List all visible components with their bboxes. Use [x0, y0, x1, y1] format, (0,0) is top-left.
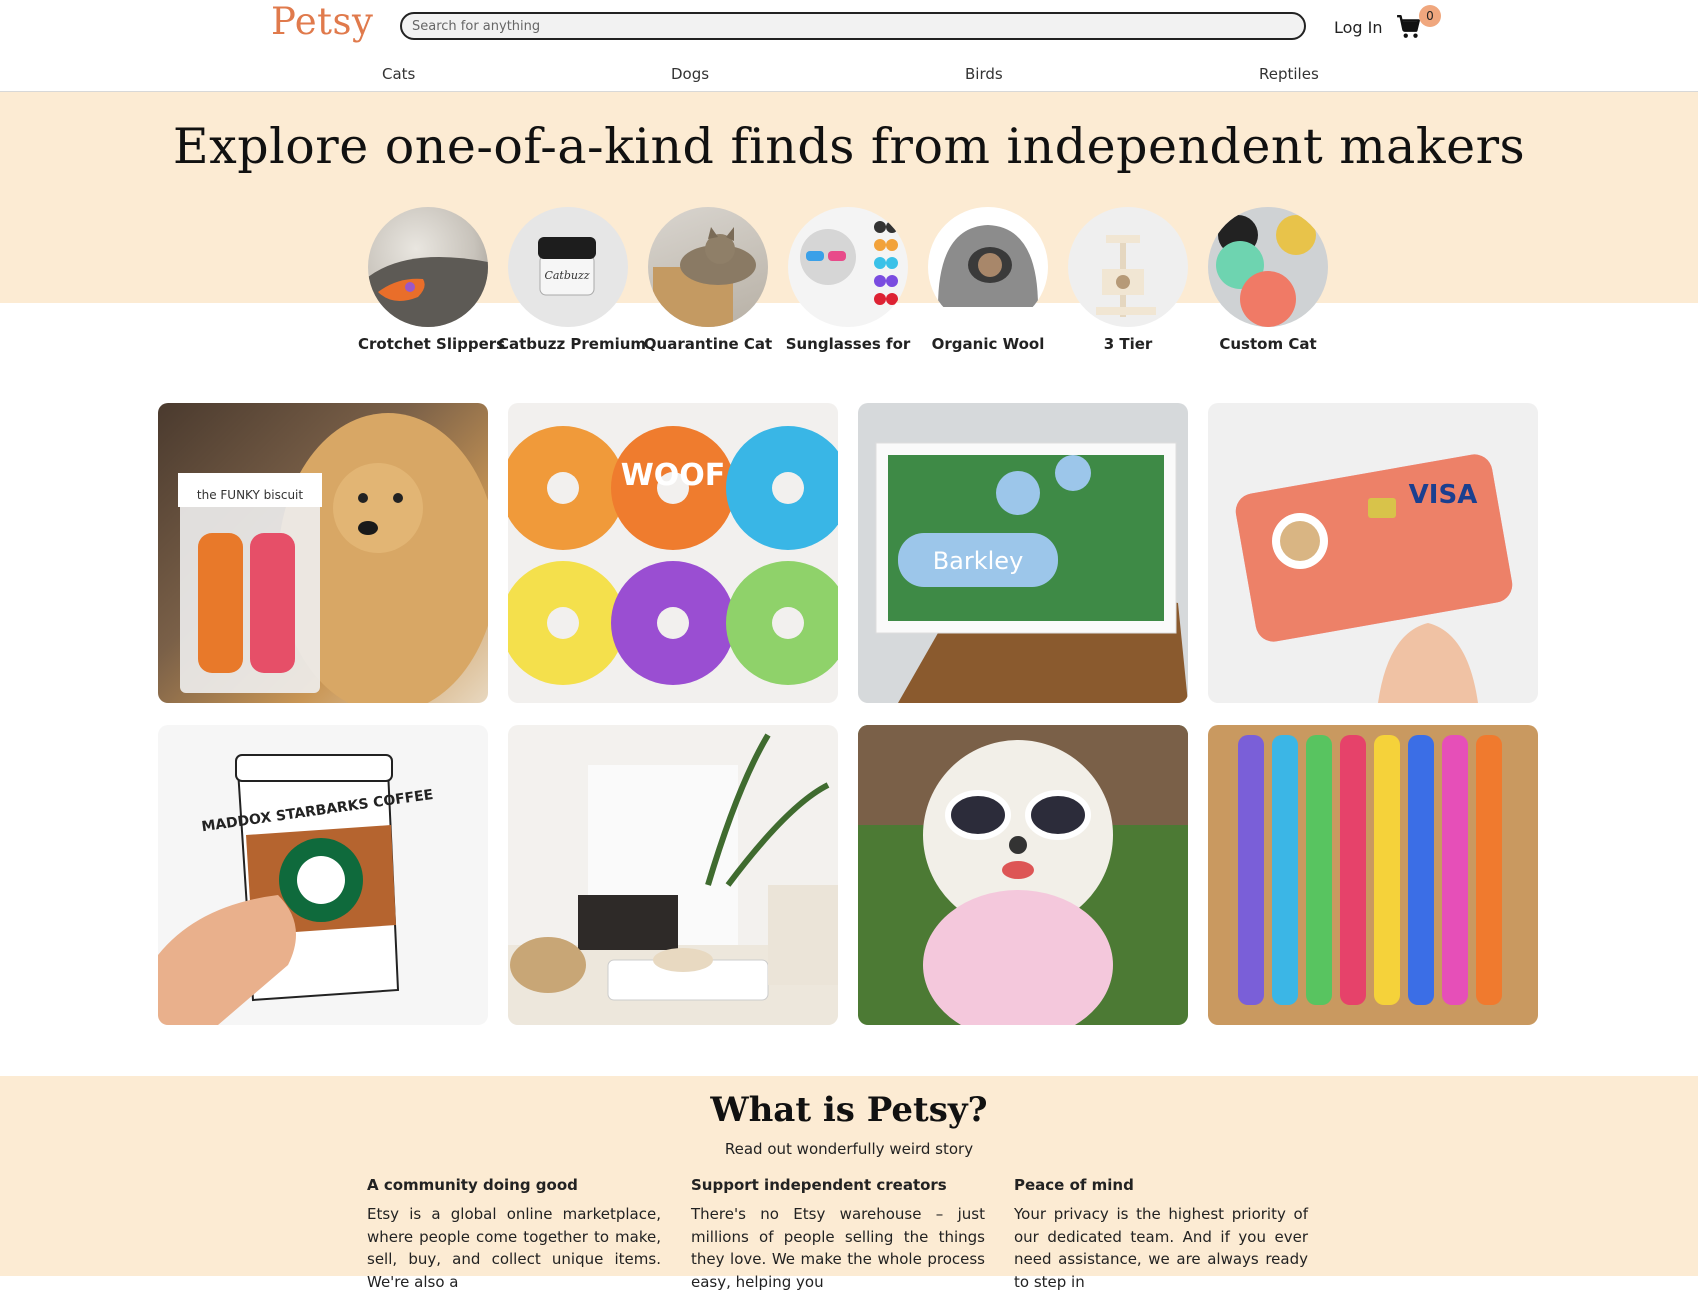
- product-text: WOOF: [621, 458, 726, 493]
- nav-cats[interactable]: Cats: [382, 65, 415, 83]
- nav-reptiles[interactable]: Reptiles: [1259, 65, 1319, 83]
- category-custom-cat[interactable]: Custom Cat: [1198, 207, 1338, 353]
- category-label: 3 Tier: [1103, 335, 1153, 353]
- tag-illustration: [1216, 215, 1316, 327]
- category-label: Custom Cat: [1219, 335, 1317, 353]
- cat-illustration: [653, 227, 756, 327]
- product-tile[interactable]: WOOF: [508, 403, 838, 703]
- product-tile[interactable]: Barkley: [858, 403, 1188, 703]
- logo[interactable]: Petsy: [271, 0, 373, 43]
- cat-tree-illustration: [1096, 235, 1156, 317]
- wool-bed-illustration: [938, 225, 1038, 307]
- category-image: [788, 207, 908, 327]
- product-image: VISA: [1235, 454, 1513, 703]
- cart-icon[interactable]: [1396, 14, 1422, 40]
- category-label: Organic Wool: [931, 335, 1045, 353]
- product-tile[interactable]: MADDOX STARBARKS COFFEE: [158, 725, 488, 1025]
- category-crotchet-slippers[interactable]: Crotchet Slippers: [358, 207, 506, 353]
- column-body: There's no Etsy warehouse – just million…: [691, 1205, 985, 1291]
- product-text: VISA: [1409, 480, 1478, 510]
- about-story-link[interactable]: Read out wonderfully weird story: [0, 1140, 1698, 1158]
- site-header: Petsy Log In 0 Cats Dogs Birds Reptiles: [0, 0, 1698, 92]
- category-label: Catbuzz Premium: [498, 335, 647, 353]
- category-label: Sunglasses for: [785, 335, 911, 353]
- category-label: Crotchet Slippers: [358, 335, 506, 353]
- sunglasses-illustration: [800, 221, 898, 305]
- product-image: [858, 725, 1188, 1025]
- nav-dogs[interactable]: Dogs: [671, 65, 709, 83]
- jar-illustration: Catbuzz: [538, 237, 596, 296]
- category-label: Quarantine Cat: [643, 335, 773, 353]
- column-heading: Peace of mind: [1014, 1176, 1134, 1194]
- product-image: MADDOX STARBARKS COFFEE: [158, 754, 434, 1025]
- product-tile[interactable]: the FUNKY biscuit: [158, 403, 488, 703]
- login-link[interactable]: Log In: [1334, 18, 1383, 37]
- product-text: Barkley: [933, 547, 1024, 575]
- category-image: Catbuzz: [508, 207, 628, 327]
- category-sunglasses[interactable]: Sunglasses for: [778, 207, 918, 353]
- product-image: [1238, 735, 1502, 1005]
- product-tile[interactable]: VISA: [1208, 403, 1538, 703]
- product-tile[interactable]: [508, 725, 838, 1025]
- about-column: Support independent creators There's no …: [691, 1176, 985, 1293]
- about-column: A community doing good Etsy is a global …: [367, 1176, 661, 1293]
- category-image: [928, 207, 1048, 327]
- product-tile[interactable]: [858, 725, 1188, 1025]
- category-image: [1068, 207, 1188, 327]
- search-input[interactable]: [400, 12, 1306, 40]
- category-image: [648, 207, 768, 327]
- column-heading: Support independent creators: [691, 1176, 947, 1194]
- product-image: [508, 733, 838, 1025]
- nav-birds[interactable]: Birds: [965, 65, 1003, 83]
- column-heading: A community doing good: [367, 1176, 578, 1194]
- category-image: [368, 207, 488, 327]
- product-image: WOOF: [508, 426, 838, 685]
- about-title: What is Petsy?: [710, 1090, 988, 1130]
- hero-title: Explore one-of-a-kind finds from indepen…: [172, 118, 1526, 175]
- category-organic-wool[interactable]: Organic Wool: [918, 207, 1058, 353]
- product-tile[interactable]: [1208, 725, 1538, 1025]
- category-quarantine-cat[interactable]: Quarantine Cat: [638, 207, 778, 353]
- column-body: Etsy is a global online marketplace, whe…: [367, 1205, 661, 1291]
- product-image: Barkley: [875, 442, 1188, 703]
- category-catbuzz-premium[interactable]: Catbuzz Catbuzz Premium: [498, 207, 647, 353]
- cart-count-badge: 0: [1419, 5, 1441, 27]
- column-body: Your privacy is the highest priority of …: [1014, 1205, 1308, 1291]
- svg-text:Catbuzz: Catbuzz: [544, 269, 589, 282]
- about-column: Peace of mind Your privacy is the highes…: [1014, 1176, 1308, 1293]
- product-image: the FUNKY biscuit: [178, 413, 488, 703]
- product-text: the FUNKY biscuit: [197, 488, 303, 502]
- category-image: [1208, 207, 1328, 327]
- category-3-tier[interactable]: 3 Tier: [1058, 207, 1198, 353]
- slipper-illustration: [368, 257, 488, 327]
